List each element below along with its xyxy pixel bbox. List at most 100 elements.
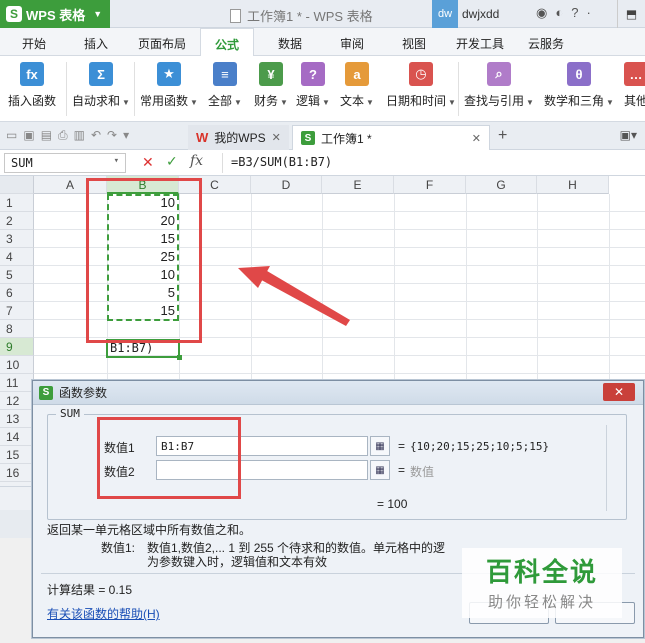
undo-icon[interactable]: ↶: [91, 128, 101, 143]
dialog-title-bar: S 函数参数: [33, 381, 643, 405]
close-icon[interactable]: ✕: [472, 132, 481, 145]
dialog-title: 函数参数: [59, 386, 108, 400]
arg1-equals: =: [398, 439, 406, 453]
chevron-down-icon: ▼: [122, 98, 130, 107]
param-name: 数值1:: [101, 541, 136, 555]
name-box-value: SUM: [11, 156, 33, 170]
tab-formulas[interactable]: 公式: [200, 28, 255, 57]
watermark-title: 百科全说: [485, 557, 598, 587]
ribbon: fx 插入函数 Σ 自动求和 ▼ ★ 常用函数 ▼ ≡ 全部 ▼ ¥ 财务 ▼? 逻辑 ▼ a 文本 ▼ ◷ 日期和时间…: [0, 56, 645, 122]
chevron-down-icon: ▼: [322, 98, 330, 107]
export-icon[interactable]: ▤: [41, 128, 52, 143]
row-header-4[interactable]: 4: [0, 248, 34, 266]
document-icon: [230, 8, 241, 23]
row-header-8[interactable]: 8: [0, 320, 34, 338]
ribbon-button-6[interactable]: a 文本 ▼: [340, 62, 374, 109]
column-header-D[interactable]: D: [251, 176, 322, 194]
app-menu-button[interactable]: S WPS 表格 ▼: [0, 0, 110, 28]
tab-my-wps[interactable]: W 我的WPS ✕: [188, 125, 289, 150]
ribbon-button-0[interactable]: fx 插入函数: [8, 62, 56, 109]
settings-icon[interactable]: ·: [586, 5, 590, 21]
column-header-E[interactable]: E: [322, 176, 394, 194]
row-header-3[interactable]: 3: [0, 230, 34, 248]
row-header-15[interactable]: 15: [0, 446, 34, 464]
row-header-7[interactable]: 7: [0, 302, 34, 320]
close-button[interactable]: ✕: [603, 383, 635, 401]
ribbon-button-3[interactable]: ≡ 全部 ▼: [208, 62, 242, 109]
print-icon[interactable]: ⎙: [58, 128, 68, 143]
chevron-down-icon[interactable]: ▾: [114, 156, 119, 170]
tab-my-wps-label: 我的WPS: [214, 131, 266, 145]
column-header-F[interactable]: F: [394, 176, 466, 194]
chevron-down-icon: ▼: [606, 98, 614, 107]
check-icon[interactable]: ✓: [166, 153, 178, 170]
ribbon-button-9[interactable]: θ 数学和三角 ▼: [544, 62, 614, 109]
close-icon[interactable]: ✕: [272, 131, 281, 144]
tab-workbook1[interactable]: S 工作簿1 * ✕: [292, 125, 490, 150]
row-header-1[interactable]: 1: [0, 194, 34, 212]
tab-developer[interactable]: 开发工具: [456, 35, 504, 52]
ribbon-button-7[interactable]: ◷ 日期和时间 ▼: [386, 62, 456, 109]
ribbon-button-8[interactable]: ⌕ 查找与引用 ▼: [464, 62, 534, 109]
ribbon-button-10[interactable]: … 其他: [624, 62, 645, 109]
formula-input[interactable]: =B3/SUM(B1:B7): [222, 153, 642, 173]
new-tab-icon[interactable]: +: [498, 127, 507, 145]
spreadsheet-icon: S: [301, 131, 315, 145]
avatar[interactable]: dw: [432, 0, 458, 28]
title-bar: S WPS 表格 ▼ 工作簿1 * - WPS 表格 dw dwjxdd ◉ ◐…: [0, 0, 645, 28]
row-header-14[interactable]: 14: [0, 428, 34, 446]
help-icon[interactable]: ?: [571, 5, 578, 21]
tab-cloud[interactable]: 云服务: [528, 35, 564, 52]
row-header-16[interactable]: 16: [0, 464, 34, 482]
row-header-10[interactable]: 10: [0, 356, 34, 374]
customize-icon[interactable]: ▾: [123, 128, 129, 143]
select-all-corner[interactable]: [0, 176, 34, 194]
row-header-5[interactable]: 5: [0, 266, 34, 284]
name-box[interactable]: SUM ▾: [4, 153, 126, 173]
ribbon-separator: [134, 62, 135, 116]
fx-icon[interactable]: fx: [190, 153, 203, 169]
tab-page-layout[interactable]: 页面布局: [138, 35, 186, 52]
text-book-icon: a: [344, 62, 369, 86]
row-header-2[interactable]: 2: [0, 212, 34, 230]
row-header-11[interactable]: 11: [0, 374, 34, 392]
share-icon[interactable]: ◐: [555, 5, 563, 21]
row-header-13[interactable]: 13: [0, 410, 34, 428]
tab-review[interactable]: 审阅: [340, 35, 364, 52]
chevron-down-icon: ▼: [448, 98, 456, 107]
tab-home[interactable]: 开始: [22, 35, 46, 52]
tab-data[interactable]: 数据: [278, 35, 302, 52]
help-link[interactable]: 有关该函数的帮助(H): [47, 605, 160, 622]
star-book-icon: ★: [156, 62, 181, 86]
restore-window-button[interactable]: ⬒: [617, 0, 645, 28]
range-select-icon[interactable]: ▦: [370, 436, 390, 456]
row-header-12[interactable]: 12: [0, 392, 34, 410]
tab-menu-icon[interactable]: ▣▾: [620, 128, 637, 142]
cancel-icon[interactable]: ✕: [142, 154, 154, 171]
tab-view[interactable]: 视图: [402, 35, 426, 52]
ribbon-label: 全部: [208, 94, 233, 108]
row-header-6[interactable]: 6: [0, 284, 34, 302]
open-icon[interactable]: ▭: [6, 128, 17, 143]
ribbon-button-1[interactable]: Σ 自动求和 ▼: [72, 62, 130, 109]
user-account[interactable]: dw dwjxdd: [432, 0, 499, 28]
ribbon-separator: [458, 62, 459, 116]
save-icon[interactable]: ▣: [23, 128, 34, 143]
ribbon-button-4[interactable]: ¥ 财务 ▼: [254, 62, 288, 109]
ribbon-button-2[interactable]: ★ 常用函数 ▼: [140, 62, 198, 109]
ribbon-label: 文本: [340, 94, 365, 108]
row-header-9[interactable]: 9: [0, 338, 34, 356]
arguments-scrollbar[interactable]: [606, 425, 620, 511]
column-header-G[interactable]: G: [466, 176, 537, 194]
range-select-icon[interactable]: ▦: [370, 460, 390, 480]
menu-bar: 开始 插入 页面布局 公式 数据 审阅 视图 开发工具 云服务: [0, 28, 645, 57]
ribbon-label: 逻辑: [296, 94, 321, 108]
redo-icon[interactable]: ↷: [107, 128, 117, 143]
user-name[interactable]: dwjxdd: [462, 7, 499, 21]
tab-insert[interactable]: 插入: [84, 35, 108, 52]
preview-icon[interactable]: ▥: [74, 128, 85, 143]
ribbon-button-5[interactable]: ? 逻辑 ▼: [296, 62, 330, 109]
skin-icon[interactable]: ◉: [536, 5, 547, 21]
document-tab-bar: ▭ ▣ ▤ ⎙ ▥ ↶ ↷ ▾ W 我的WPS ✕ S 工作簿1 * ✕ + ▣…: [0, 122, 645, 150]
column-header-H[interactable]: H: [537, 176, 609, 194]
